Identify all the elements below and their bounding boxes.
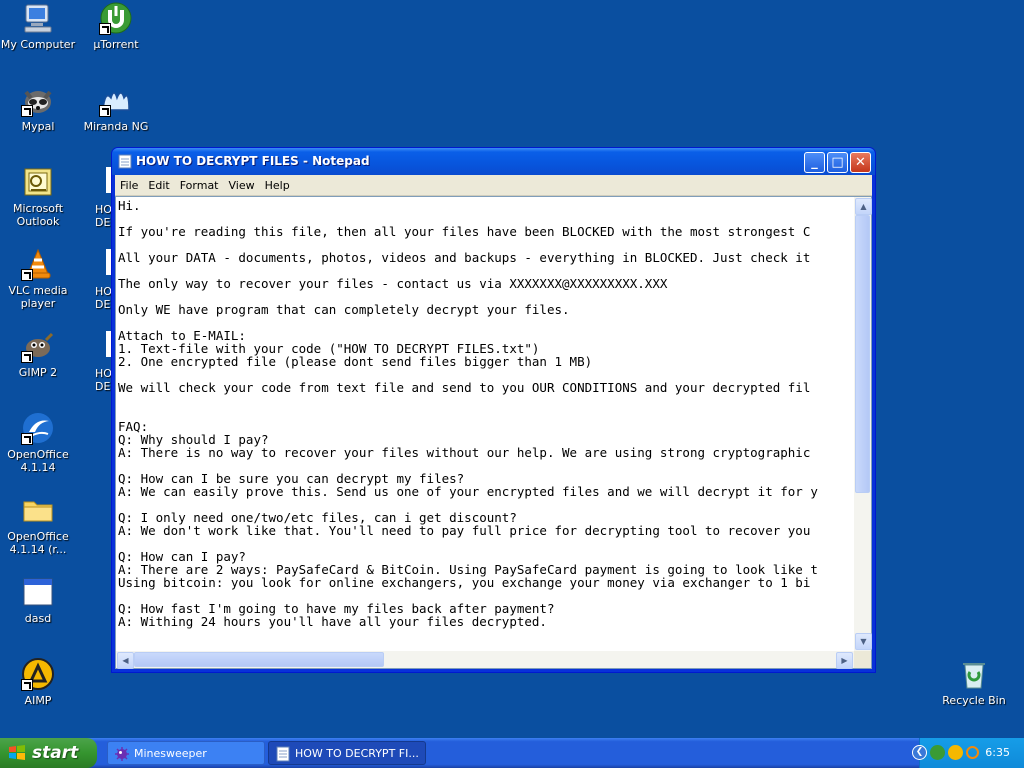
desktop-icon-label: dasd	[24, 612, 52, 625]
text-line: All your DATA - documents, photos, video…	[118, 250, 811, 265]
windows-logo-icon	[9, 745, 25, 760]
desktop-icon-openoffice-folder[interactable]: OpenOffice 4.1.14 (r...	[0, 494, 76, 556]
desktop-icon-vlc[interactable]: VLC media player	[0, 248, 76, 310]
desktop-icon-aimp[interactable]: AIMP	[0, 658, 76, 707]
taskbar: start Minesweeper HOW TO DECRYPT FI... ❮…	[0, 738, 1024, 768]
menu-bar: File Edit Format View Help	[115, 175, 872, 196]
desktop-icon-label: OpenOffice 4.1.14 (r...	[7, 530, 69, 556]
text-editor[interactable]: Hi. If you're reading this file, then all…	[116, 197, 854, 651]
aimp-icon	[21, 658, 54, 691]
desktop-icon-label-partial[interactable]: HO DE	[95, 285, 112, 311]
folder-icon	[22, 494, 54, 526]
text-line: A: We don't work like that. You'll need …	[118, 523, 811, 538]
desktop-icon-outlook[interactable]: Microsoft Outlook	[0, 166, 76, 228]
desktop-icon-label: VLC media player	[8, 284, 68, 310]
vertical-scrollbar[interactable]: ▲ ▼	[854, 197, 872, 651]
scrollbar-corner	[854, 651, 871, 668]
menu-edit[interactable]: Edit	[143, 179, 174, 192]
search-tray-icon[interactable]	[966, 746, 979, 759]
text-line	[118, 407, 852, 420]
text-line: If you're reading this file, then all yo…	[118, 224, 811, 239]
desktop-icon-label: AIMP	[24, 694, 52, 707]
desktop-icon-mypal[interactable]: Mypal	[0, 84, 76, 133]
scroll-up-button[interactable]: ▲	[855, 198, 872, 215]
desktop-icon-dasd[interactable]: dasd	[0, 576, 76, 625]
text-line: Hi.	[118, 198, 141, 213]
menu-format[interactable]: Format	[175, 179, 224, 192]
my-computer-icon	[22, 2, 54, 34]
maximize-button[interactable]: □	[827, 152, 848, 173]
text-line: We will check your code from text file a…	[118, 380, 811, 395]
desktop-icon-openoffice[interactable]: OpenOffice 4.1.14	[0, 412, 76, 474]
text-line: A: Withing 24 hours you'll have all your…	[118, 614, 547, 629]
text-line: 2. One encrypted file (please dont send …	[118, 354, 593, 369]
menu-file[interactable]: File	[115, 179, 143, 192]
minimize-button[interactable]: _	[804, 152, 825, 173]
start-button[interactable]: start	[0, 738, 97, 768]
desktop-icon-label: GIMP 2	[18, 366, 58, 379]
openoffice-icon	[21, 412, 54, 445]
scroll-left-button[interactable]: ◀	[117, 652, 134, 669]
desktop-icon-label: µTorrent	[93, 38, 139, 51]
start-label: start	[32, 743, 79, 763]
taskbar-item-label: HOW TO DECRYPT FI...	[295, 747, 419, 760]
desktop-icon-label: Mypal	[21, 120, 55, 133]
menu-help[interactable]: Help	[260, 179, 295, 192]
desktop-icon-recycle-bin[interactable]: Recycle Bin	[936, 658, 1012, 707]
window-icon	[22, 576, 54, 608]
mypal-icon	[21, 84, 54, 117]
tray-expand-icon[interactable]: ❮	[912, 745, 927, 760]
desktop-icon-label-partial[interactable]: HO DE	[95, 203, 112, 229]
desktop-icon-label: Miranda NG	[83, 120, 149, 133]
editor-area: Hi. If you're reading this file, then all…	[115, 196, 872, 669]
scroll-right-button[interactable]: ▶	[836, 652, 853, 669]
vlc-icon	[21, 248, 54, 281]
notepad-icon	[118, 154, 132, 169]
clock: 6:35	[985, 746, 1010, 759]
utorrent-tray-icon[interactable]	[930, 745, 945, 760]
minesweeper-icon	[115, 747, 129, 761]
horizontal-scrollbar[interactable]: ◀ ▶	[116, 651, 854, 669]
desktop-icon-my-computer[interactable]: My Computer	[0, 2, 76, 51]
utorrent-icon	[99, 2, 132, 35]
taskbar-item-label: Minesweeper	[134, 747, 207, 760]
outlook-icon	[22, 166, 54, 198]
desktop-icon-utorrent[interactable]: µTorrent	[78, 2, 154, 51]
text-line: Using bitcoin: you look for online excha…	[118, 575, 811, 590]
desktop-icon-label: Recycle Bin	[942, 694, 1006, 707]
taskbar-item-minesweeper[interactable]: Minesweeper	[107, 741, 265, 765]
desktop-icon-gimp[interactable]: GIMP 2	[0, 330, 76, 379]
text-line	[118, 394, 852, 407]
gimp-icon	[21, 330, 54, 363]
scroll-down-button[interactable]: ▼	[855, 633, 872, 650]
title-bar[interactable]: HOW TO DECRYPT FILES - Notepad _ □ ✕	[112, 148, 875, 175]
notepad-icon	[276, 746, 290, 762]
system-tray: ❮ 6:35	[912, 738, 1024, 768]
desktop-icon-label-partial[interactable]: HO DE	[95, 367, 112, 393]
text-line: A: We can easily prove this. Send us one…	[118, 484, 818, 499]
menu-view[interactable]: View	[224, 179, 260, 192]
desktop-icon-label: OpenOffice 4.1.14	[7, 448, 69, 474]
aimp-tray-icon[interactable]	[948, 745, 963, 760]
window-title: HOW TO DECRYPT FILES - Notepad	[136, 154, 370, 168]
close-button[interactable]: ✕	[850, 152, 871, 173]
text-line: The only way to recover your files - con…	[118, 276, 668, 291]
miranda-icon	[99, 84, 132, 117]
taskbar-item-notepad[interactable]: HOW TO DECRYPT FI...	[268, 741, 426, 765]
notepad-window[interactable]: HOW TO DECRYPT FILES - Notepad _ □ ✕ Fil…	[111, 147, 876, 673]
desktop-icon-label: My Computer	[0, 38, 76, 51]
desktop-icon-label: Microsoft Outlook	[12, 202, 64, 228]
text-line: A: There is no way to recover your files…	[118, 445, 811, 460]
text-line: Only WE have program that can completely…	[118, 302, 570, 317]
recycle-bin-icon	[958, 658, 990, 690]
desktop-icon-miranda[interactable]: Miranda NG	[78, 84, 154, 133]
horizontal-scroll-thumb[interactable]	[134, 652, 384, 667]
vertical-scroll-thumb[interactable]	[855, 215, 870, 493]
